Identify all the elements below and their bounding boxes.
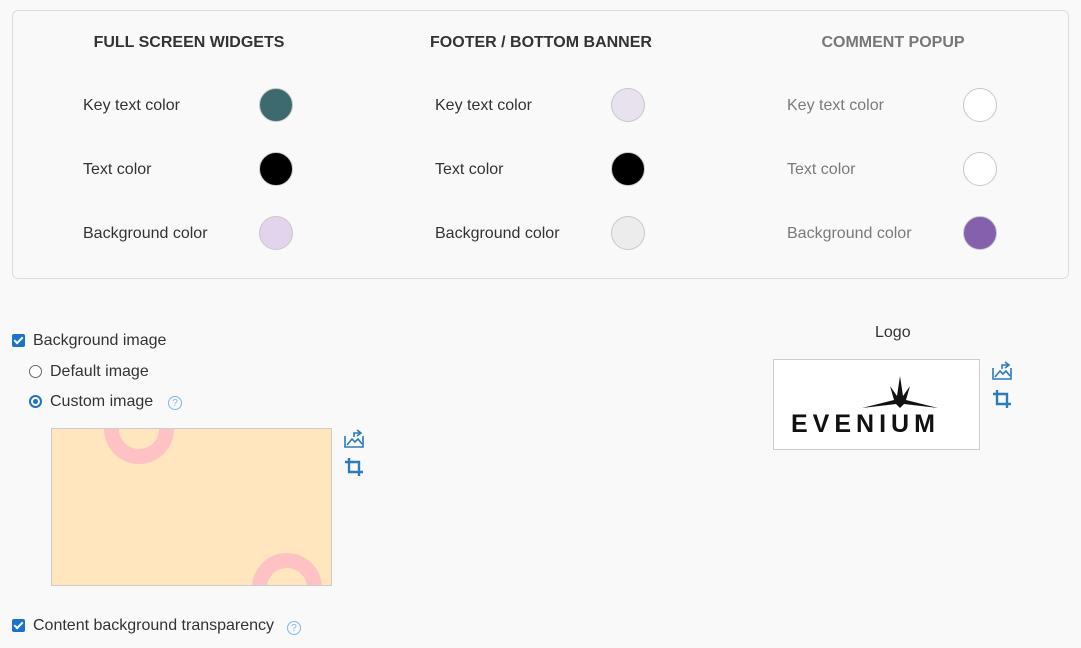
key-text-color-row: Key text color [83, 86, 323, 126]
image-upload-icon[interactable] [343, 429, 365, 449]
background-image-preview [51, 428, 332, 586]
full-screen-widgets-column: FULL SCREEN WIDGETS Key text color Text … [13, 11, 365, 278]
background-color-row: Background color [787, 214, 1027, 254]
key-text-color-row: Key text color [787, 86, 1027, 126]
default-image-radio[interactable] [29, 365, 42, 378]
comment-popup-column: COMMENT POPUP Key text color Text color … [717, 11, 1069, 278]
text-color-row: Text color [83, 150, 323, 190]
key-text-color-swatch[interactable] [963, 88, 997, 122]
comment-popup-title: COMMENT POPUP [821, 34, 965, 51]
text-color-row: Text color [435, 150, 675, 190]
logo-brand-text: EVENIUM [791, 410, 940, 438]
text-color-label: Text color [83, 161, 152, 178]
logo-label: Logo [875, 324, 911, 341]
background-color-label: Background color [435, 225, 560, 242]
crop-icon[interactable] [992, 389, 1012, 409]
background-color-swatch[interactable] [259, 216, 293, 250]
logo-preview: EVENIUM [773, 359, 980, 450]
full-screen-widgets-title: FULL SCREEN WIDGETS [93, 34, 285, 51]
content-transparency-label: Content background transparency [33, 617, 275, 634]
background-image-checkbox[interactable] [12, 334, 25, 347]
key-text-color-swatch[interactable] [259, 88, 293, 122]
custom-image-label: Custom image [50, 393, 154, 410]
background-color-swatch[interactable] [611, 216, 645, 250]
footer-bottom-banner-title: FOOTER / BOTTOM BANNER [430, 34, 652, 51]
background-color-swatch[interactable] [963, 216, 997, 250]
text-color-row: Text color [787, 150, 1027, 190]
key-text-color-label: Key text color [83, 97, 180, 114]
text-color-swatch[interactable] [611, 152, 645, 186]
question-circle-icon[interactable]: ? [168, 396, 182, 410]
background-color-label: Background color [83, 225, 208, 242]
default-image-label: Default image [50, 363, 149, 380]
background-color-label: Background color [787, 225, 912, 242]
background-color-row: Background color [83, 214, 323, 254]
footer-bottom-banner-column: FOOTER / BOTTOM BANNER Key text color Te… [365, 11, 717, 278]
text-color-label: Text color [435, 161, 504, 178]
logo-emblem-icon [862, 376, 938, 408]
custom-image-radio[interactable] [29, 395, 42, 408]
color-settings-panel: FULL SCREEN WIDGETS Key text color Text … [12, 10, 1069, 279]
decorative-ring [104, 429, 174, 464]
background-color-row: Background color [435, 214, 675, 254]
crop-icon[interactable] [344, 457, 364, 477]
image-upload-icon[interactable] [991, 361, 1013, 381]
key-text-color-label: Key text color [435, 97, 532, 114]
text-color-label: Text color [787, 161, 856, 178]
key-text-color-row: Key text color [435, 86, 675, 126]
decorative-ring [252, 553, 322, 585]
question-circle-icon[interactable]: ? [287, 621, 301, 635]
key-text-color-swatch[interactable] [611, 88, 645, 122]
text-color-swatch[interactable] [963, 152, 997, 186]
content-transparency-checkbox[interactable] [12, 619, 25, 632]
background-image-label: Background image [33, 332, 167, 349]
key-text-color-label: Key text color [787, 97, 884, 114]
text-color-swatch[interactable] [259, 152, 293, 186]
